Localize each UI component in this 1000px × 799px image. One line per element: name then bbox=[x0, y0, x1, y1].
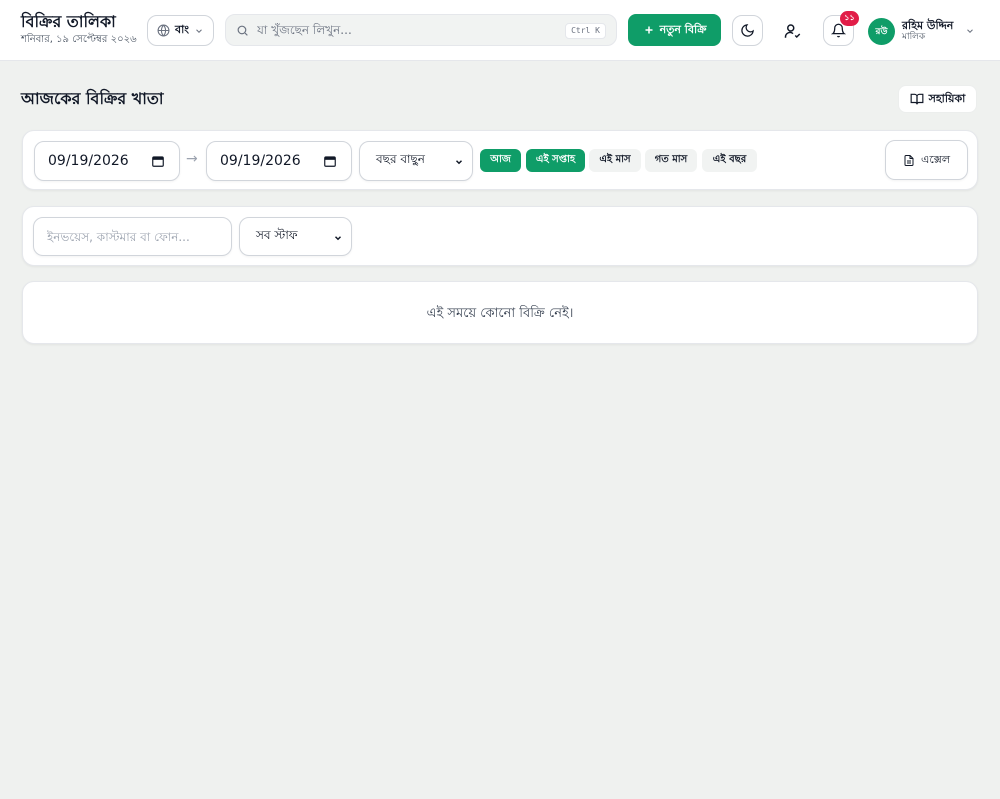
excel-export-button[interactable]: এক্সেল bbox=[885, 140, 968, 180]
book-open-icon bbox=[910, 93, 924, 105]
user-menu[interactable]: রউ রহিম উদ্দিন মালিক bbox=[868, 17, 975, 45]
top-bar: বিক্রির তালিকা শনিবার, ১৯ সেপ্টেম্বর ২০২… bbox=[0, 0, 1000, 61]
search-filter-card: সব স্টাফ bbox=[22, 206, 978, 266]
new-sale-label: নতুন বিক্রি bbox=[659, 22, 707, 36]
user-check-icon bbox=[784, 23, 800, 38]
staff-select-value: সব স্টাফ bbox=[256, 227, 298, 242]
chip-today[interactable]: আজ bbox=[480, 149, 521, 172]
globe-icon bbox=[157, 24, 170, 37]
guide-label: সহায়িকা bbox=[928, 91, 966, 105]
chevron-down-icon bbox=[967, 29, 974, 33]
sales-results-card: এই সময়ে কোনো বিক্রি নেই। bbox=[22, 281, 978, 344]
language-label: বাং bbox=[175, 23, 190, 36]
page-title: আজকের বিক্রির খাতা bbox=[21, 89, 164, 108]
date-from-value: 09/19/2026 bbox=[48, 153, 129, 169]
app-title: বিক্রির তালিকা bbox=[21, 12, 116, 31]
date-to-value: 09/19/2026 bbox=[220, 153, 301, 169]
date-filter-card: 09/19/2026 → 09/19/2026 বছর বাছুন আজ এই … bbox=[22, 130, 978, 190]
excel-label: এক্সেল bbox=[920, 152, 951, 166]
chip-this-month[interactable]: এই মাস bbox=[589, 149, 641, 172]
chip-last-month[interactable]: গত মাস bbox=[645, 149, 697, 172]
chevron-down-icon bbox=[334, 236, 342, 241]
search-input[interactable] bbox=[257, 23, 547, 37]
notification-badge: ১১ bbox=[840, 11, 859, 26]
avatar: রউ bbox=[868, 17, 895, 45]
search-shortcut-hint: Ctrl K bbox=[565, 23, 606, 39]
user-name: রহিম উদ্দিন bbox=[902, 19, 954, 32]
user-role: মালিক bbox=[902, 32, 926, 42]
theme-toggle-button[interactable] bbox=[732, 15, 763, 46]
current-date: শনিবার, ১৯ সেপ্টেম্বর ২০২৬ bbox=[21, 34, 137, 45]
search-icon bbox=[237, 25, 248, 36]
calendar-icon[interactable] bbox=[323, 154, 337, 168]
brand: বিক্রির তালিকা শনিবার, ১৯ সেপ্টেম্বর ২০২… bbox=[21, 12, 137, 46]
date-to-input[interactable]: 09/19/2026 bbox=[206, 141, 352, 181]
file-spreadsheet-icon bbox=[904, 154, 914, 166]
chevron-down-icon bbox=[455, 160, 463, 165]
year-select[interactable]: বছর বাছুন bbox=[359, 141, 473, 181]
chip-this-week[interactable]: এই সপ্তাহ bbox=[526, 149, 585, 172]
calendar-icon[interactable] bbox=[151, 154, 165, 168]
chip-this-year[interactable]: এই বছর bbox=[702, 149, 757, 172]
language-switcher[interactable]: বাং bbox=[147, 15, 214, 46]
moon-icon bbox=[741, 24, 754, 37]
staff-select[interactable]: সব স্টাফ bbox=[239, 217, 352, 256]
date-range-arrow: → bbox=[186, 151, 198, 167]
plus-icon bbox=[645, 26, 653, 34]
global-search[interactable]: Ctrl K bbox=[225, 14, 617, 46]
empty-state-message: এই সময়ে কোনো বিক্রি নেই। bbox=[426, 306, 574, 321]
new-sale-button[interactable]: নতুন বিক্রি bbox=[628, 14, 721, 46]
invoice-search-input[interactable] bbox=[33, 217, 232, 256]
year-select-value: বছর বাছুন bbox=[376, 152, 425, 166]
staff-button[interactable] bbox=[777, 15, 808, 46]
chevron-down-icon bbox=[196, 28, 202, 33]
guide-button[interactable]: সহায়িকা bbox=[898, 85, 977, 113]
date-from-input[interactable]: 09/19/2026 bbox=[34, 141, 180, 181]
